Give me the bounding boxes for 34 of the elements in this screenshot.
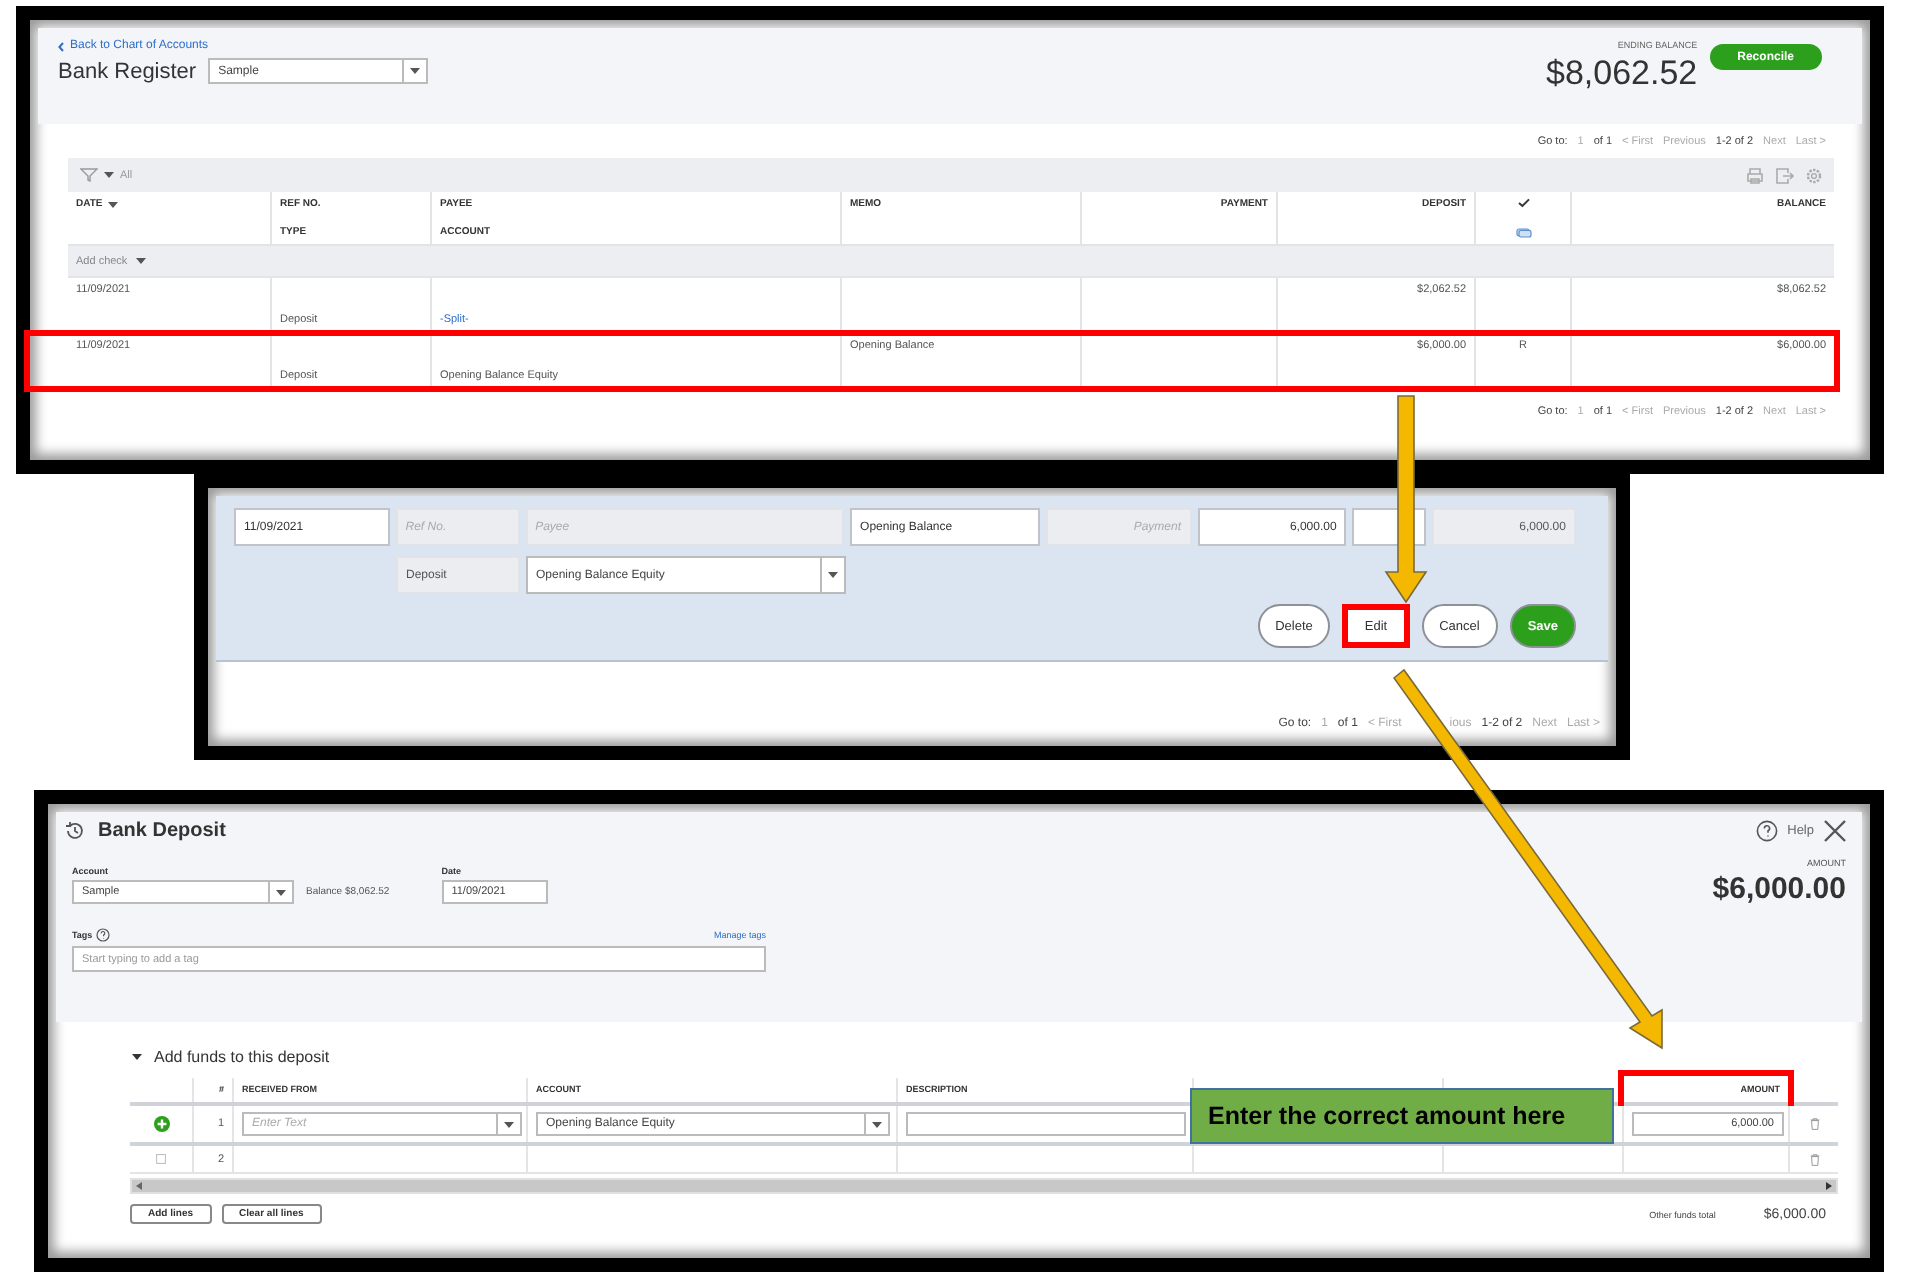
caret-icon [872, 1121, 882, 1127]
scroll-right-icon[interactable] [1826, 1182, 1832, 1190]
dialog-title: Bank Deposit [98, 820, 226, 842]
caret-icon [104, 172, 114, 178]
caret-icon [410, 68, 421, 74]
expand-caret-icon[interactable] [132, 1052, 142, 1062]
scroll-left-icon[interactable] [136, 1182, 142, 1190]
trash-icon[interactable] [1809, 1153, 1819, 1165]
history-icon[interactable] [64, 820, 86, 842]
print-icon[interactable] [1746, 167, 1764, 183]
horizontal-scrollbar[interactable] [130, 1178, 1838, 1194]
settings-icon[interactable] [1806, 167, 1822, 183]
trash-icon[interactable] [1809, 1118, 1819, 1130]
description-field[interactable] [906, 1112, 1186, 1136]
help-icon[interactable] [1755, 820, 1778, 842]
caret-icon [504, 1121, 514, 1127]
add-line-icon[interactable] [153, 1116, 169, 1132]
filter-icon[interactable] [80, 168, 98, 182]
close-icon[interactable] [1824, 820, 1846, 842]
drag-handle-icon[interactable] [156, 1154, 166, 1164]
caret-icon [135, 258, 146, 264]
caret-icon [108, 201, 119, 207]
page-title: Bank Register [58, 59, 197, 83]
help-icon[interactable] [96, 928, 111, 942]
check-icon [1517, 198, 1529, 208]
caret-icon [828, 572, 838, 578]
export-icon[interactable] [1776, 167, 1794, 183]
chevron-left-icon [58, 41, 64, 51]
total-amount: $6,000.00 [1712, 872, 1846, 906]
section-title: Add funds to this deposit [154, 1048, 330, 1066]
annotation-callout: Enter the correct amount here [1190, 1088, 1614, 1144]
stack-icon [1515, 228, 1531, 238]
caret-icon [276, 889, 286, 895]
ending-balance: $8,062.52 [1546, 54, 1698, 94]
